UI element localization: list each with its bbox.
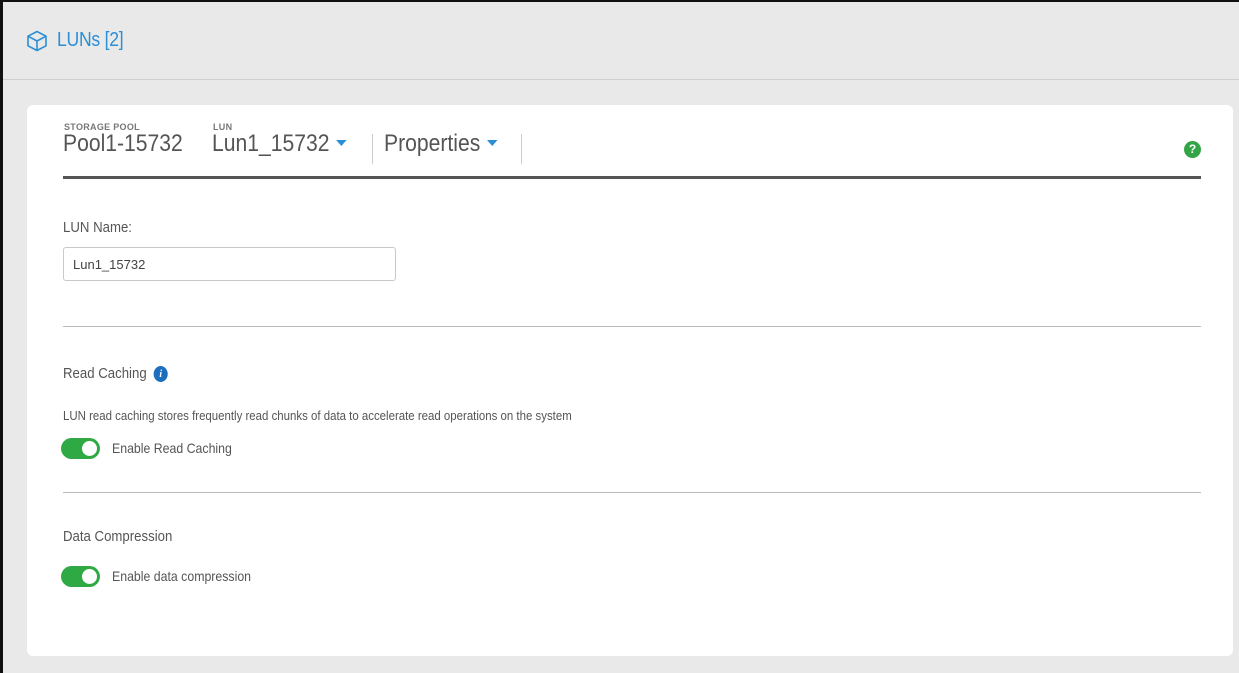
data-compression-toggle-label[interactable]: Enable data compression xyxy=(112,568,251,584)
info-icon[interactable]: i xyxy=(153,366,168,382)
chevron-down-icon xyxy=(336,139,348,146)
read-caching-title: Read Caching xyxy=(63,365,147,382)
breadcrumb: STORAGE POOL Pool1-15732 LUN Lun1_15732 … xyxy=(63,121,1201,179)
divider xyxy=(63,492,1201,493)
crumb-divider xyxy=(521,134,522,164)
lun-selector-value: Lun1_15732 xyxy=(212,130,330,157)
toggle-knob xyxy=(82,441,97,456)
lun-properties-card: STORAGE POOL Pool1-15732 LUN Lun1_15732 … xyxy=(27,105,1233,656)
data-compression-toggle[interactable] xyxy=(61,566,100,587)
data-compression-title: Data Compression xyxy=(63,528,173,545)
lun-name-input[interactable] xyxy=(63,247,396,281)
crumb-divider xyxy=(372,134,373,164)
read-caching-toggle[interactable] xyxy=(61,438,100,459)
cube-icon xyxy=(25,29,49,53)
help-icon[interactable]: ? xyxy=(1184,141,1201,158)
luns-panel: LUNs [2] STORAGE POOL Pool1-15732 LUN Lu… xyxy=(0,0,1239,673)
panel-title: LUNs [2] xyxy=(57,29,124,51)
chevron-down-icon xyxy=(487,139,498,146)
read-caching-toggle-label[interactable]: Enable Read Caching xyxy=(112,440,232,456)
toggle-knob xyxy=(82,569,97,584)
lun-selector[interactable]: Lun1_15732 xyxy=(212,130,348,158)
storage-pool-value: Pool1-15732 xyxy=(63,130,183,157)
view-selector-value: Properties xyxy=(384,130,481,157)
read-caching-heading: Read Caching i xyxy=(63,365,168,382)
view-selector[interactable]: Properties xyxy=(384,130,498,158)
panel-header: LUNs [2] xyxy=(3,2,1239,80)
read-caching-description: LUN read caching stores frequently read … xyxy=(63,408,572,423)
lun-name-label: LUN Name: xyxy=(63,219,132,236)
divider xyxy=(63,326,1201,327)
